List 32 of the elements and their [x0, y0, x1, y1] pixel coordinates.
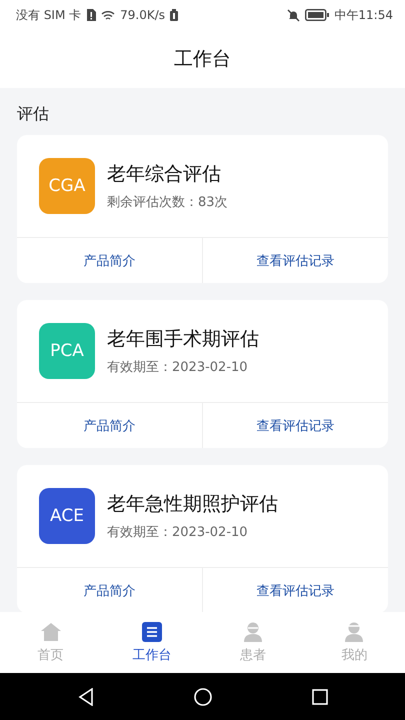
- product-subtitle: 有效期至：2023-02-10: [107, 524, 249, 541]
- records-link[interactable]: 查看评估记录: [202, 238, 388, 283]
- product-logo: CGA: [39, 158, 95, 214]
- intro-link[interactable]: 产品简介: [17, 403, 202, 448]
- section-title: 评估: [17, 103, 49, 125]
- person-icon: [343, 621, 366, 643]
- product-title: 老年围手术期评估: [107, 327, 259, 352]
- product-title: 老年综合评估: [107, 162, 222, 187]
- tab-item[interactable]: 工作台: [101, 612, 202, 673]
- product-subtitle: 剩余评估次数：83次: [107, 194, 228, 211]
- muted-bell-icon: [287, 8, 300, 22]
- battery-icon: [305, 9, 330, 21]
- clock-time: 中午11:54: [334, 6, 393, 24]
- person-icon: [242, 621, 264, 643]
- product-logo: PCA: [39, 323, 95, 379]
- recents-icon[interactable]: [312, 688, 328, 704]
- carrier-text: 没有 SIM 卡: [16, 6, 82, 24]
- intro-link[interactable]: 产品简介: [17, 568, 202, 612]
- battery-small-icon: [170, 9, 178, 21]
- sim-alert-icon: [86, 9, 96, 21]
- wifi-icon: [101, 10, 116, 20]
- network-speed: 79.0K/s: [120, 8, 166, 22]
- page-title: 工作台: [174, 47, 231, 72]
- house-icon: [40, 621, 62, 643]
- home-circle-icon[interactable]: [194, 688, 212, 706]
- back-icon[interactable]: [78, 688, 94, 706]
- records-link[interactable]: 查看评估记录: [202, 403, 388, 448]
- product-title: 老年急性期照护评估: [107, 492, 278, 517]
- intro-link[interactable]: 产品简介: [17, 238, 202, 283]
- product-subtitle: 有效期至：2023-02-10: [107, 359, 249, 376]
- product-logo: ACE: [39, 488, 95, 544]
- list-icon: [140, 621, 163, 643]
